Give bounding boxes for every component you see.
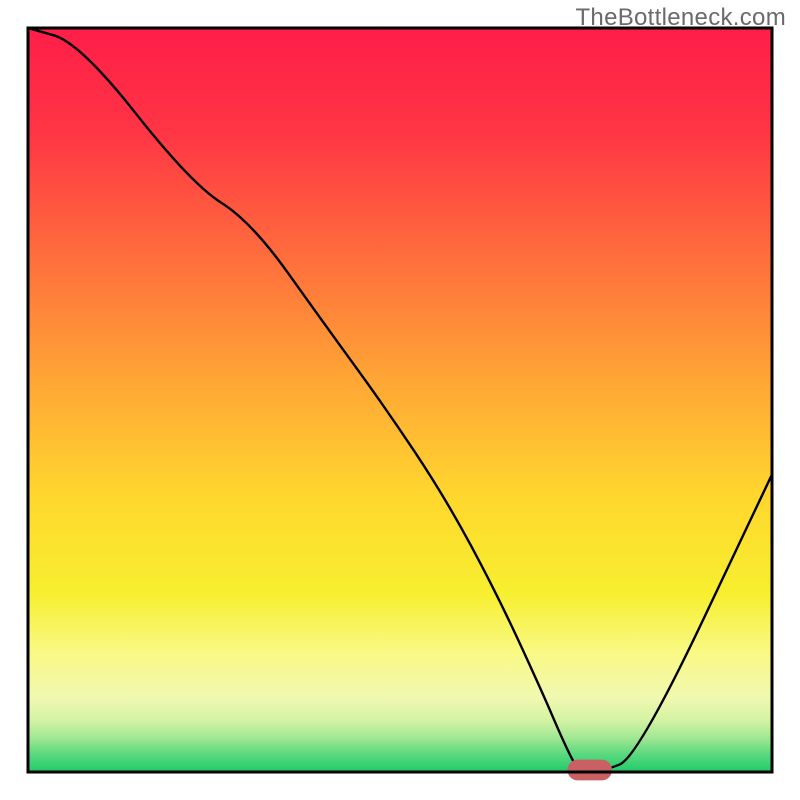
chart-plot (0, 0, 800, 800)
plot-area (28, 28, 772, 780)
gradient-background (28, 28, 772, 772)
chart-container: TheBottleneck.com (0, 0, 800, 800)
watermark-label: TheBottleneck.com (575, 4, 786, 32)
optimal-marker (567, 760, 612, 781)
